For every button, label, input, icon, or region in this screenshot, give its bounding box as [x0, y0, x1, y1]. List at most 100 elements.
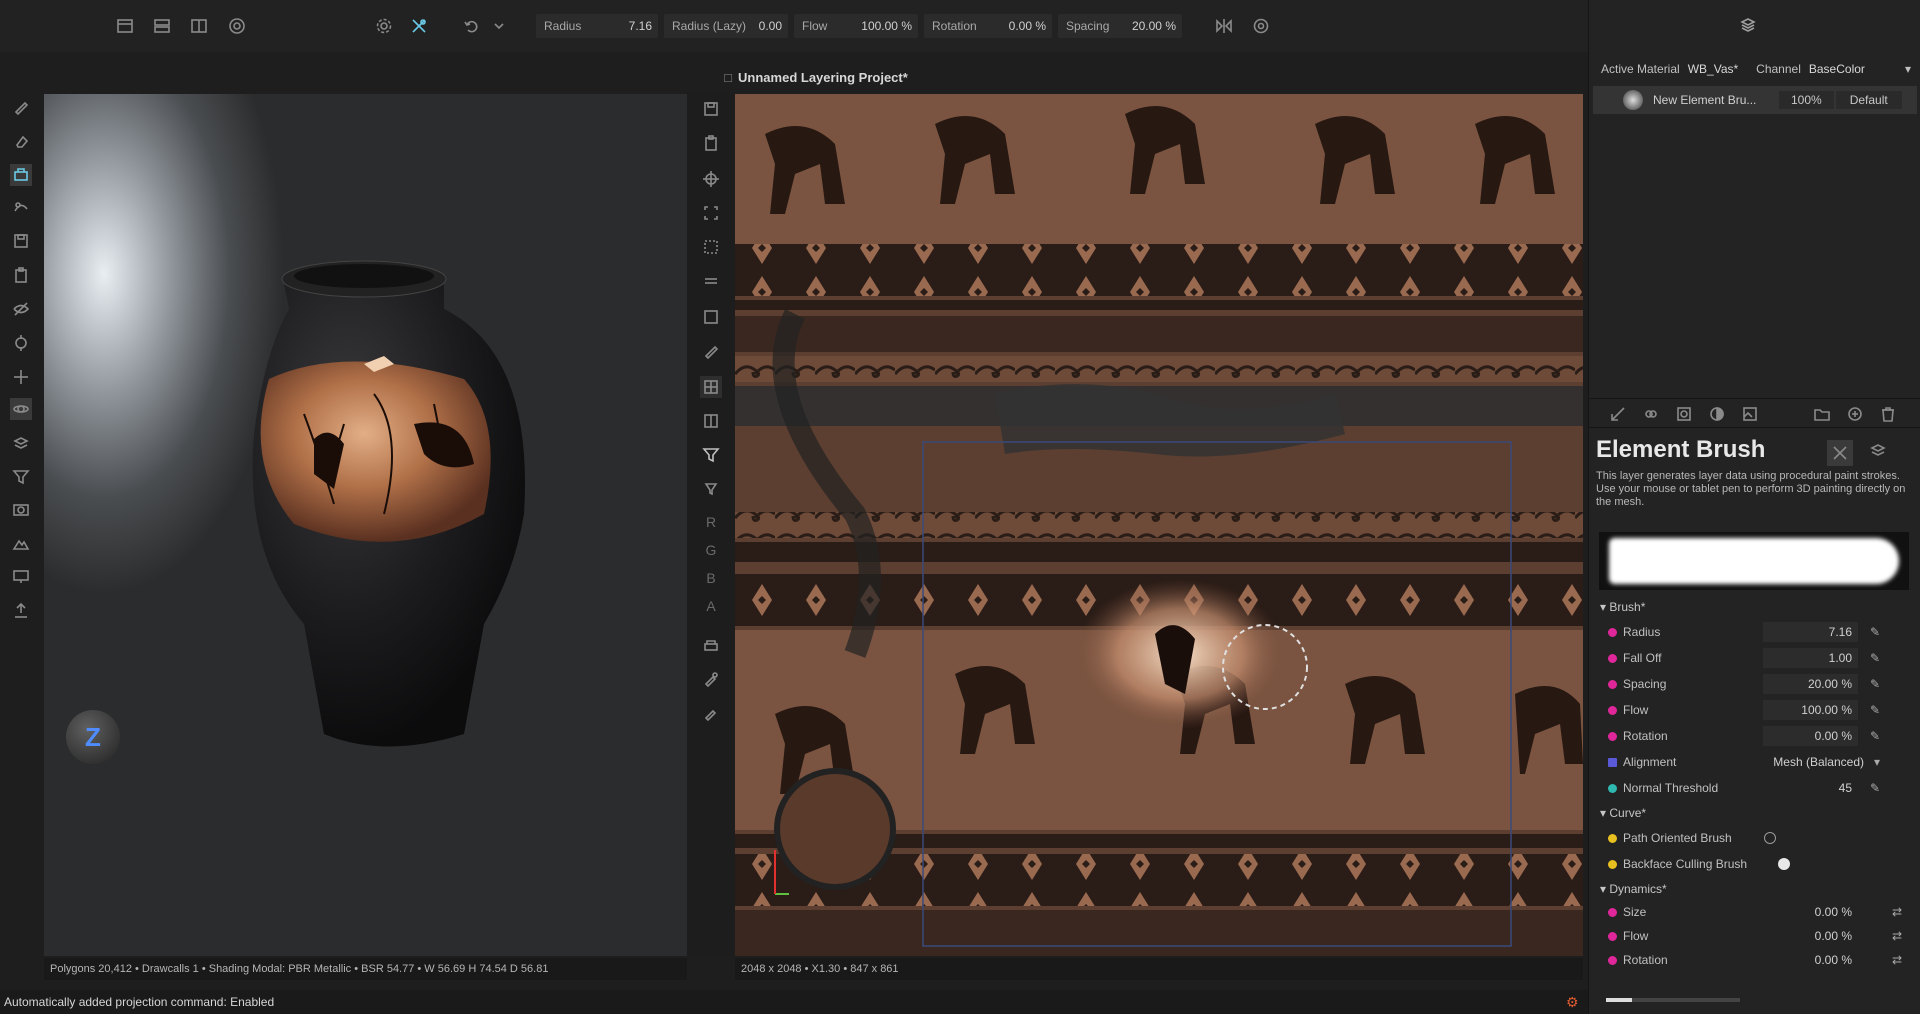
- brush-type-icon[interactable]: [1827, 440, 1853, 466]
- orbit-icon[interactable]: [10, 398, 32, 420]
- export-icon[interactable]: [10, 600, 32, 622]
- brush-settings-icon[interactable]: [1250, 15, 1272, 37]
- settings-icon[interactable]: [226, 15, 248, 37]
- viewport-2d-texture[interactable]: [735, 94, 1583, 956]
- duplicate-icon[interactable]: [1844, 403, 1866, 425]
- display-icon[interactable]: [10, 566, 32, 588]
- prop-spacing-value[interactable]: 20.00 %: [1763, 674, 1858, 694]
- symmetry-icon[interactable]: [1213, 15, 1235, 37]
- layer-blend-mode[interactable]: Default: [1835, 91, 1902, 109]
- rotation-param[interactable]: Rotation 0.00 %: [924, 14, 1052, 38]
- edit-icon[interactable]: ✎: [1870, 625, 1880, 639]
- picker-icon[interactable]: [700, 702, 722, 724]
- viewport-3d[interactable]: Z: [44, 94, 687, 956]
- clipboard-icon[interactable]: [10, 264, 32, 286]
- link-icon[interactable]: [1640, 403, 1662, 425]
- navigation-gizmo[interactable]: Z: [66, 710, 120, 764]
- element-brush-icon[interactable]: [408, 15, 430, 37]
- chevron-down-icon[interactable]: [488, 15, 510, 37]
- channel-g[interactable]: G: [703, 542, 719, 558]
- move-icon[interactable]: [10, 366, 32, 388]
- pen-icon[interactable]: [700, 340, 722, 362]
- gear-icon[interactable]: [373, 15, 395, 37]
- layout-icon[interactable]: [114, 15, 136, 37]
- visibility-icon[interactable]: [10, 298, 32, 320]
- contrast-icon[interactable]: [1706, 403, 1728, 425]
- edit-icon[interactable]: ✎: [1870, 729, 1880, 743]
- window-icon[interactable]: [188, 15, 210, 37]
- uv-filter-icon[interactable]: [700, 444, 722, 466]
- section-dynamics[interactable]: ▾ Dynamics*: [1600, 882, 1667, 896]
- layer-stack-icon[interactable]: [700, 634, 722, 656]
- edit-icon[interactable]: ✎: [1870, 703, 1880, 717]
- section-curve[interactable]: ▾ Curve*: [1600, 806, 1646, 820]
- radius-value[interactable]: 7.16: [589, 19, 658, 33]
- edit-icon[interactable]: ✎: [1870, 651, 1880, 665]
- filter-icon[interactable]: [10, 466, 32, 488]
- grid-icon[interactable]: [700, 376, 722, 398]
- frame-icon[interactable]: [700, 236, 722, 258]
- radius-param[interactable]: Radius 7.16: [536, 14, 658, 38]
- brush-layers-icon[interactable]: [1867, 440, 1889, 462]
- shuffle-icon[interactable]: ⇄: [1892, 905, 1902, 919]
- flow-value[interactable]: 100.00 %: [835, 19, 918, 33]
- projection-icon[interactable]: [10, 164, 32, 186]
- radius-lazy-value[interactable]: 0.00: [754, 19, 788, 33]
- mountain-icon[interactable]: [10, 532, 32, 554]
- target-icon[interactable]: [10, 332, 32, 354]
- fit-icon[interactable]: [700, 202, 722, 224]
- camera-icon[interactable]: [10, 498, 32, 520]
- prop-threshold-value[interactable]: 45: [1763, 778, 1858, 798]
- prop-radius-value[interactable]: 7.16: [1763, 622, 1858, 642]
- layers-tool-icon[interactable]: [10, 432, 32, 454]
- channel-b[interactable]: B: [703, 570, 719, 586]
- add-layer-icon[interactable]: [1607, 403, 1629, 425]
- prop-dyn-size-value[interactable]: 0.00 %: [1763, 902, 1858, 922]
- channel-a[interactable]: A: [703, 598, 719, 614]
- save-icon[interactable]: [10, 230, 32, 252]
- shuffle-icon[interactable]: ⇄: [1892, 953, 1902, 967]
- eyedropper-icon[interactable]: [700, 668, 722, 690]
- uv-grid-icon[interactable]: [700, 410, 722, 432]
- prop-flow-value[interactable]: 100.00 %: [1763, 700, 1858, 720]
- paint-brush-icon[interactable]: [10, 96, 32, 118]
- section-brush[interactable]: ▾ Brush*: [1600, 600, 1645, 614]
- edit-icon[interactable]: ✎: [1870, 677, 1880, 691]
- channel-select[interactable]: BaseColor: [1809, 62, 1865, 78]
- rotation-value[interactable]: 0.00 %: [985, 19, 1052, 33]
- panel-scrollbar[interactable]: [1606, 998, 1740, 1002]
- layer-opacity[interactable]: 100%: [1779, 91, 1834, 109]
- paste-icon[interactable]: [700, 132, 722, 154]
- active-material-select[interactable]: WB_Vas*: [1688, 62, 1738, 78]
- radius-lazy-param[interactable]: Radius (Lazy) 0.00: [664, 14, 788, 38]
- prop-rotation-value[interactable]: 0.00 %: [1763, 726, 1858, 746]
- prop-falloff-value[interactable]: 1.00: [1763, 648, 1858, 668]
- folder-icon[interactable]: [1811, 403, 1833, 425]
- layer-name[interactable]: New Element Bru...: [1653, 93, 1773, 107]
- layer-row[interactable]: New Element Bru... 100% Default: [1593, 86, 1917, 114]
- backface-culling-toggle[interactable]: [1778, 858, 1790, 870]
- panels-icon[interactable]: [151, 15, 173, 37]
- eraser-icon[interactable]: [10, 130, 32, 152]
- chevron-down-icon[interactable]: ▾: [1874, 755, 1880, 769]
- layers-icon[interactable]: [1737, 14, 1759, 36]
- funnel-icon[interactable]: [700, 478, 722, 500]
- edit-icon[interactable]: ✎: [1870, 781, 1880, 795]
- chevron-down-icon[interactable]: ▾: [1905, 62, 1911, 78]
- menu-lines-icon[interactable]: [700, 270, 722, 292]
- undo-icon[interactable]: [460, 15, 482, 37]
- prop-dyn-rotation-value[interactable]: 0.00 %: [1763, 950, 1858, 970]
- smudge-icon[interactable]: [10, 196, 32, 218]
- path-oriented-toggle[interactable]: [1764, 832, 1776, 844]
- spacing-value[interactable]: 20.00 %: [1117, 19, 1182, 33]
- alert-icon[interactable]: ⚙: [1566, 994, 1579, 1011]
- save-uv-icon[interactable]: [700, 98, 722, 120]
- rect-select-icon[interactable]: [700, 306, 722, 328]
- flow-param[interactable]: Flow 100.00 %: [794, 14, 918, 38]
- image-icon[interactable]: [1739, 403, 1761, 425]
- shuffle-icon[interactable]: ⇄: [1892, 929, 1902, 943]
- mask-icon[interactable]: [1673, 403, 1695, 425]
- delete-icon[interactable]: [1877, 403, 1899, 425]
- crosshair-icon[interactable]: [700, 168, 722, 190]
- prop-dyn-flow-value[interactable]: 0.00 %: [1763, 926, 1858, 946]
